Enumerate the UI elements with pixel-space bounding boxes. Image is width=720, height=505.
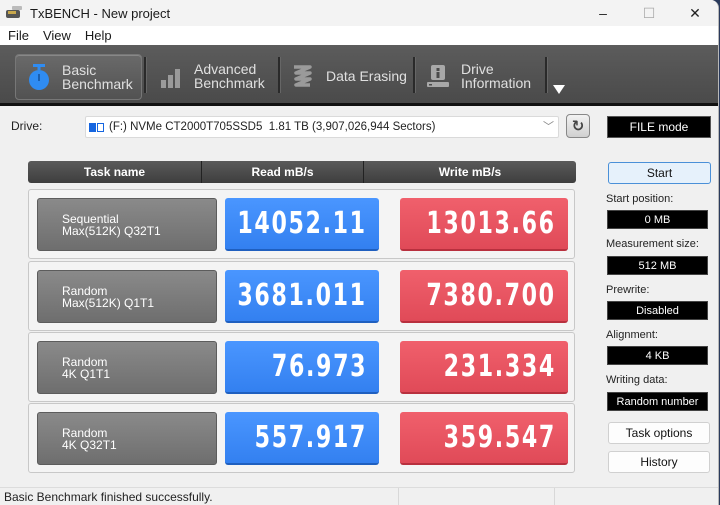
alignment-label: Alignment: xyxy=(606,329,658,341)
result-row-random-4k-q1t1: Random 4K Q1T1 76.973 231.334 xyxy=(28,332,575,402)
menu-bar: File View Help xyxy=(0,26,718,45)
tab-data-erasing-label: Data Erasing xyxy=(326,68,407,84)
drive-select-value: (F:) NVMe CT2000T705SSD5 1.81 TB (3,907,… xyxy=(109,121,436,133)
write-value: 13013.66 xyxy=(400,198,568,251)
start-position-label: Start position: xyxy=(606,193,674,205)
menu-help[interactable]: Help xyxy=(79,28,118,43)
measurement-size-label: Measurement size: xyxy=(606,238,699,250)
read-value: 557.917 xyxy=(225,412,379,465)
read-value: 3681.011 xyxy=(225,270,379,323)
start-button[interactable]: Start xyxy=(608,162,711,184)
task-button[interactable]: Random 4K Q32T1 xyxy=(37,412,217,465)
drive-info-icon xyxy=(425,62,451,90)
status-panel xyxy=(399,488,555,505)
menu-view[interactable]: View xyxy=(37,28,77,43)
bar-chart-icon xyxy=(158,62,184,90)
toolbar-divider xyxy=(144,57,147,93)
refresh-icon: ↻ xyxy=(571,118,585,135)
drive-icon xyxy=(89,121,105,133)
tab-basic-benchmark[interactable]: Basic Benchmark xyxy=(15,54,142,100)
header-write: Write mB/s xyxy=(438,165,502,179)
status-panel xyxy=(555,488,718,505)
prewrite-field[interactable]: Disabled xyxy=(607,301,708,320)
read-value: 14052.11 xyxy=(225,198,379,251)
toolbar-divider xyxy=(545,57,548,93)
task-button[interactable]: Random 4K Q1T1 xyxy=(37,341,217,394)
stopwatch-icon xyxy=(26,63,52,91)
read-value: 76.973 xyxy=(225,341,379,394)
start-position-field[interactable]: 0 MB xyxy=(607,210,708,229)
results-header: Task name Read mB/s Write mB/s xyxy=(28,161,576,183)
tab-advanced-benchmark[interactable]: Advanced Benchmark xyxy=(148,54,278,98)
status-bar: Basic Benchmark finished successfully. xyxy=(0,487,718,505)
result-row-random-512k-q1t1: Random Max(512K) Q1T1 3681.011 7380.700 xyxy=(28,261,575,331)
write-value: 231.334 xyxy=(400,341,568,394)
tab-basic-benchmark-label: Basic Benchmark xyxy=(62,62,133,92)
alignment-field[interactable]: 4 KB xyxy=(607,346,708,365)
app-logo-icon xyxy=(6,6,24,20)
tab-data-erasing[interactable]: Data Erasing xyxy=(280,54,415,98)
task-button[interactable]: Random Max(512K) Q1T1 xyxy=(37,270,217,323)
tab-drive-information-label: Drive Information xyxy=(461,61,532,91)
measurement-size-field[interactable]: 512 MB xyxy=(607,256,708,275)
writing-data-label: Writing data: xyxy=(606,374,668,386)
write-value: 359.547 xyxy=(400,412,568,465)
menu-file[interactable]: File xyxy=(2,28,35,43)
task-options-button[interactable]: Task options xyxy=(608,422,710,444)
refresh-drives-button[interactable]: ↻ xyxy=(566,114,590,138)
drive-label: Drive: xyxy=(11,119,43,133)
erase-icon xyxy=(290,62,316,90)
close-button[interactable]: ✕ xyxy=(672,0,718,26)
task-button[interactable]: Sequential Max(512K) Q32T1 xyxy=(37,198,217,251)
toolbar: Basic Benchmark Advanced Benchmark Data … xyxy=(0,45,718,106)
tab-advanced-benchmark-label: Advanced Benchmark xyxy=(194,61,265,91)
app-window: TxBENCH - New project – ☐ ✕ File View He… xyxy=(0,0,719,505)
write-value: 7380.700 xyxy=(400,270,568,323)
minimize-button[interactable]: – xyxy=(580,0,626,26)
mode-indicator[interactable]: FILE mode xyxy=(607,116,711,138)
drive-select[interactable]: (F:) NVMe CT2000T705SSD5 1.81 TB (3,907,… xyxy=(85,116,559,138)
chevron-down-icon: ﹀ xyxy=(543,121,554,133)
prewrite-label: Prewrite: xyxy=(606,284,650,296)
tab-drive-information[interactable]: Drive Information xyxy=(415,54,545,98)
result-row-sequential-q32t1: Sequential Max(512K) Q32T1 14052.11 1301… xyxy=(28,189,575,259)
status-message: Basic Benchmark finished successfully. xyxy=(0,488,399,505)
title-bar: TxBENCH - New project – ☐ ✕ xyxy=(0,0,718,26)
window-title: TxBENCH - New project xyxy=(30,5,171,21)
writing-data-field[interactable]: Random number xyxy=(607,392,708,411)
toolbar-more-arrow-icon[interactable] xyxy=(553,85,565,94)
header-read: Read mB/s xyxy=(202,161,364,183)
result-row-random-4k-q32t1: Random 4K Q32T1 557.917 359.547 xyxy=(28,403,575,473)
header-task-name: Task name xyxy=(28,161,202,183)
history-button[interactable]: History xyxy=(608,451,710,473)
maximize-button[interactable]: ☐ xyxy=(626,0,672,26)
